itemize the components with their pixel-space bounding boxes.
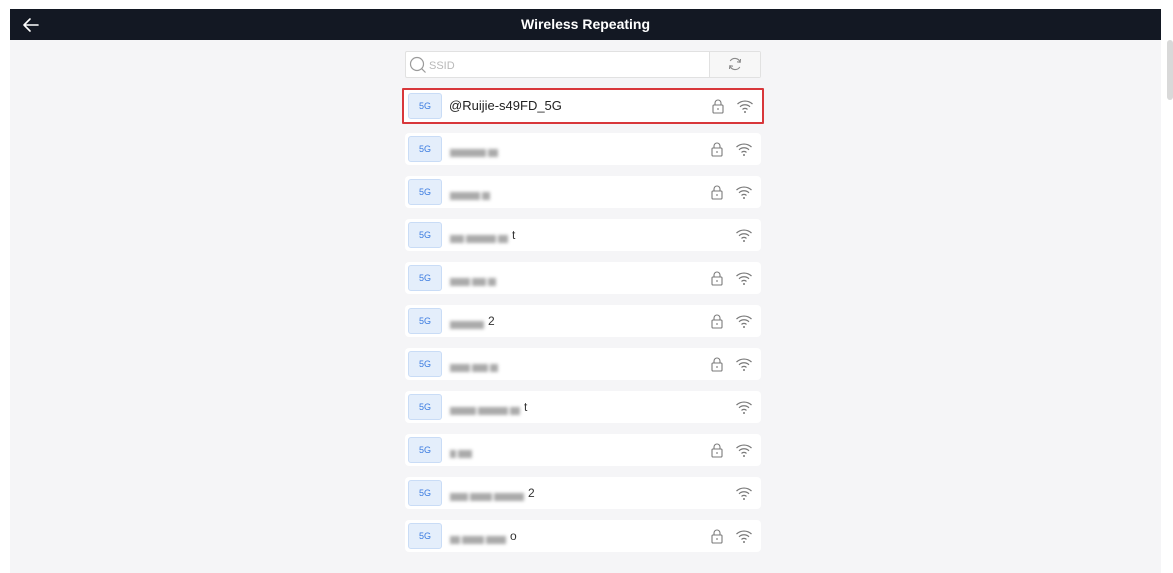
page-title: Wireless Repeating [520,16,651,32]
redacted-ssid [450,230,510,243]
lock-icon [712,99,724,114]
lock-icon [711,357,723,372]
band-badge: 5G [408,93,442,119]
lock-icon [711,271,723,286]
redacted-ssid [450,273,498,286]
lock-icon [711,529,723,544]
network-row[interactable]: 5G t [405,391,761,423]
lock-icon [711,443,723,458]
search-input[interactable] [427,52,701,79]
wifi-icon [736,186,752,199]
band-badge: 5G [408,437,442,463]
band-badge: 5G [408,523,442,549]
network-ssid-visible-part: t [524,400,528,414]
lock-icon [711,185,723,200]
band-badge: 5G [408,351,442,377]
wifi-icon [736,315,752,328]
network-row[interactable]: 5G [405,133,761,165]
search-bar [405,51,761,79]
band-badge: 5G [408,394,442,420]
network-ssid: @Ruijie-s49FD_5G [449,98,562,113]
redacted-ssid [450,402,522,415]
network-row[interactable]: 5G [405,348,761,380]
wifi-icon [736,487,752,500]
lock-icon [711,314,723,329]
search-icon [409,56,426,73]
wifi-icon [736,229,752,242]
redacted-ssid [450,531,508,544]
network-row[interactable]: 5G o [405,520,761,552]
redacted-ssid [450,445,474,458]
refresh-icon [728,57,742,71]
wifi-icon [736,401,752,414]
band-badge: 5G [408,480,442,506]
band-badge: 5G [408,179,442,205]
wifi-icon [736,272,752,285]
network-row[interactable]: 5G t [405,219,761,251]
scrollbar[interactable] [1167,40,1173,100]
app-window: Wireless Repeating 5G@Ruijie-s49FD_5G5G5… [0,0,1173,573]
band-badge: 5G [408,222,442,248]
network-ssid-visible-part: 2 [488,314,495,328]
network-row[interactable]: 5G [405,262,761,294]
main-content: 5G @Ruijie-s49FD_5G 5G 5G 5G t 5G 5G 2 5G 5G t 5G 5G 2… [10,40,1161,573]
wifi-icon [737,100,753,113]
network-list: 5G @Ruijie-s49FD_5G 5G 5G 5G t 5G 5G 2 5G 5G t 5G 5G 2… [402,88,764,563]
header-bar: Wireless Repeating [10,9,1161,40]
redacted-ssid [450,488,526,501]
network-ssid-visible-part: 2 [528,486,535,500]
redacted-ssid [450,187,492,200]
redacted-ssid [450,316,486,329]
network-row[interactable]: 5G [405,176,761,208]
redacted-ssid [450,359,500,372]
refresh-button[interactable] [709,52,760,77]
band-badge: 5G [408,136,442,162]
network-row-selected[interactable]: 5G @Ruijie-s49FD_5G [402,88,764,124]
wifi-icon [736,358,752,371]
redacted-ssid [450,144,500,157]
lock-icon [711,142,723,157]
wifi-icon [736,530,752,543]
band-badge: 5G [408,308,442,334]
network-row[interactable]: 5G [405,434,761,466]
network-row[interactable]: 5G 2 [405,477,761,509]
network-row[interactable]: 5G 2 [405,305,761,337]
network-ssid-visible-part: o [510,529,517,543]
wifi-icon [736,444,752,457]
wifi-icon [736,143,752,156]
network-ssid-visible-part: t [512,228,516,242]
band-badge: 5G [408,265,442,291]
